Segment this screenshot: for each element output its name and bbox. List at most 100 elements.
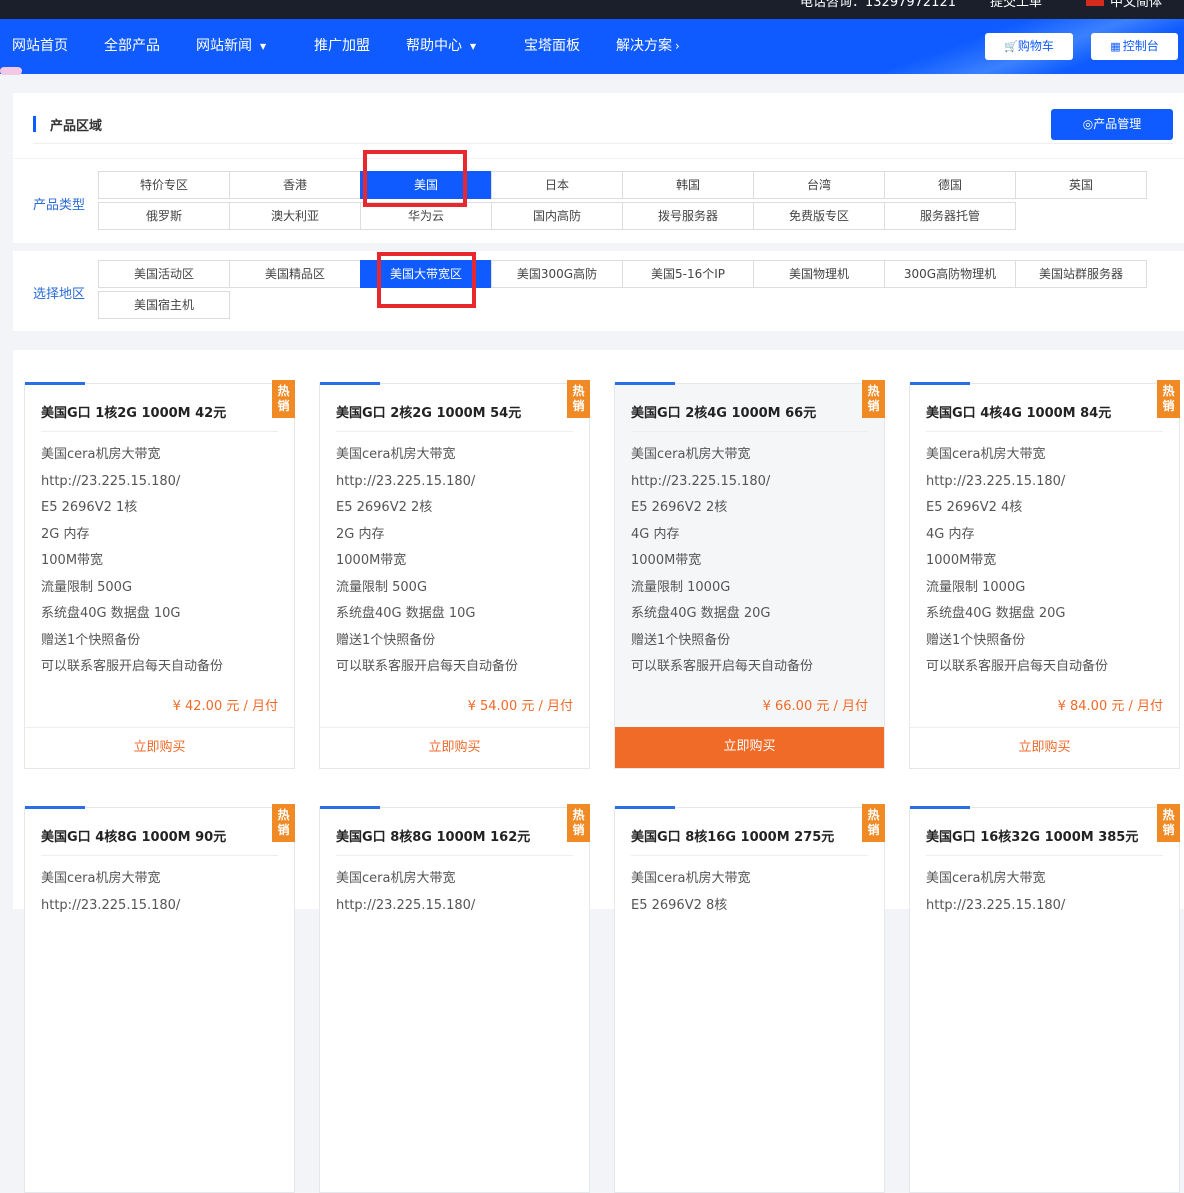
floating-tab[interactable]: [0, 67, 22, 75]
filter-option[interactable]: 美国物理机: [753, 260, 885, 288]
region-label: 选择地区: [33, 287, 86, 302]
main-nav: 网站首页 全部产品 网站新闻 ▼ 推广加盟 帮助中心 ▼ 宝塔面板 解决方案 › 🛒购…: [0, 19, 1184, 74]
product-title[interactable]: 美国G口 16核32G 1000M 385元: [926, 826, 1138, 845]
filter-option[interactable]: 韩国: [622, 171, 754, 199]
filter-option[interactable]: 美国活动区: [98, 260, 230, 288]
chevron-right-icon: ›: [675, 39, 680, 53]
buy-now-button[interactable]: 立即购买: [25, 727, 294, 768]
filter-option[interactable]: 美国宿主机: [98, 291, 230, 319]
product-type-label: 产品类型: [33, 198, 86, 213]
filter-option[interactable]: 300G高防物理机: [884, 260, 1016, 288]
region-filter: 选择地区 美国活动区 美国精品区 美国大带宽区 美国300G高防 美国5-16个IP 美国…: [13, 251, 1184, 331]
globe-icon: ◎: [1082, 117, 1094, 131]
console-button[interactable]: ▦ 控制台: [1091, 33, 1178, 60]
product-region-panel: 产品区域 ◎产品管理: [13, 93, 1184, 158]
nav-news[interactable]: 网站新闻 ▼: [196, 35, 266, 55]
card-accent-bar: [320, 806, 380, 809]
nav-home[interactable]: 网站首页: [12, 35, 68, 55]
feature-item: 4G 内存: [926, 526, 975, 542]
feature-item: 美国cera机房大带宽: [336, 871, 456, 886]
filter-option[interactable]: 服务器托管: [884, 202, 1016, 230]
filter-option[interactable]: 特价专区: [98, 171, 230, 199]
filter-option[interactable]: 俄罗斯: [98, 202, 230, 230]
nav-bt-panel[interactable]: 宝塔面板: [524, 35, 580, 55]
filter-option[interactable]: 美国300G高防: [491, 260, 623, 288]
filter-option[interactable]: 香港: [229, 171, 361, 199]
feature-item: http://23.225.15.180/: [41, 897, 181, 913]
buy-now-button[interactable]: 立即购买: [615, 727, 884, 768]
filter-option[interactable]: 拨号服务器: [622, 202, 754, 230]
feature-item: 1000M带宽: [631, 553, 702, 568]
title-accent-bar: [33, 116, 36, 132]
nav-solutions[interactable]: 解决方案 ›: [616, 35, 680, 55]
product-title[interactable]: 美国G口 1核2G 1000M 42元: [41, 402, 226, 421]
cart-button[interactable]: 🛒购物车: [985, 33, 1073, 60]
feature-item: 系统盘40G 数据盘 20G: [926, 606, 1066, 621]
filter-option[interactable]: 英国: [1015, 171, 1147, 199]
product-manage-button[interactable]: ◎产品管理: [1051, 109, 1173, 140]
divider: [631, 855, 868, 856]
filter-option[interactable]: 国内高防: [491, 202, 623, 230]
feature-item: E5 2696V2 8核: [631, 897, 728, 913]
product-card: 热销美国G口 2核4G 1000M 66元美国cera机房大带宽 http://2…: [614, 380, 885, 769]
feature-item: 2G 内存: [336, 526, 385, 542]
feature-item: 可以联系客服开启每天自动备份: [926, 659, 1109, 674]
hot-badge: 热销: [862, 804, 885, 842]
feature-item: 流量限制 1000G: [926, 579, 1026, 595]
filter-option[interactable]: 日本: [491, 171, 623, 199]
hot-badge: 热销: [272, 804, 295, 842]
feature-item: E5 2696V2 1核: [41, 500, 138, 515]
language-switch[interactable]: 中文简体: [1110, 0, 1162, 10]
product-title[interactable]: 美国G口 4核4G 1000M 84元: [926, 402, 1111, 421]
hot-badge: 热销: [862, 380, 885, 418]
buy-now-button[interactable]: 立即购买: [320, 727, 589, 768]
product-card: 热销 美国G口 16核32G 1000M 385元 美国cera机房大带宽 http:…: [909, 804, 1180, 1193]
divider: [33, 143, 1173, 144]
feature-item: 赠送1个快照备份: [926, 632, 1026, 648]
filter-option[interactable]: 美国5-16个IP: [622, 260, 754, 288]
highlight-box-type: [363, 150, 467, 207]
product-card: 热销美国G口 1核2G 1000M 42元美国cera机房大带宽 http://2…: [24, 380, 295, 769]
filter-option[interactable]: 澳大利亚: [229, 202, 361, 230]
card-accent-bar: [25, 806, 85, 809]
filter-option[interactable]: 美国精品区: [229, 260, 361, 288]
product-title[interactable]: 美国G口 8核8G 1000M 162元: [336, 826, 530, 845]
product-type-filter: 产品类型 特价专区 香港 美国 日本 韩国 台湾 德国 英国 俄罗斯 澳大利亚 华为云 国内高防 拨号服…: [13, 159, 1184, 243]
divider: [41, 431, 278, 432]
product-title[interactable]: 美国G口 2核4G 1000M 66元: [631, 402, 816, 421]
feature-item: E5 2696V2 2核: [631, 500, 728, 515]
feature-item: http://23.225.15.180/: [336, 897, 476, 913]
feature-item: http://23.225.15.180/: [336, 473, 476, 489]
filter-option[interactable]: 台湾: [753, 171, 885, 199]
divider: [926, 855, 1163, 856]
feature-item: 100M带宽: [41, 553, 104, 568]
feature-item: 可以联系客服开启每天自动备份: [336, 659, 519, 674]
ticket-link[interactable]: 提交工单: [990, 0, 1042, 10]
price-text: ¥ 66.00 元 / 月付: [762, 699, 868, 714]
product-title[interactable]: 美国G口 8核16G 1000M 275元: [631, 826, 834, 845]
nav-help[interactable]: 帮助中心 ▼: [406, 35, 476, 55]
filter-option[interactable]: 美国站群服务器: [1015, 260, 1147, 288]
nav-all-products[interactable]: 全部产品: [104, 35, 160, 55]
buy-now-button[interactable]: 立即购买: [910, 727, 1179, 768]
hot-badge: 热销: [272, 380, 295, 418]
feature-item: http://23.225.15.180/: [926, 897, 1066, 913]
feature-list: 美国cera机房大带宽 http://23.225.15.180/: [41, 870, 180, 923]
product-title[interactable]: 美国G口 4核8G 1000M 90元: [41, 826, 226, 845]
price-text: ¥ 84.00 元 / 月付: [1057, 699, 1163, 714]
feature-item: 赠送1个快照备份: [336, 632, 436, 648]
product-card: 热销 美国G口 4核4G 1000M 84元 美国cera机房大带宽 http://2…: [909, 380, 1180, 769]
feature-item: 美国cera机房大带宽: [631, 447, 751, 462]
hot-badge: 热销: [1157, 804, 1180, 842]
filter-option[interactable]: 德国: [884, 171, 1016, 199]
feature-list: 美国cera机房大带宽 http://23.225.15.180/E5 2696V…: [41, 446, 223, 685]
product-title[interactable]: 美国G口 2核2G 1000M 54元: [336, 402, 521, 421]
filter-option[interactable]: 免费版专区: [753, 202, 885, 230]
feature-list: 美国cera机房大带宽 E5 2696V2 8核: [631, 870, 750, 923]
nav-news-label: 网站新闻: [196, 38, 252, 54]
card-accent-bar: [320, 382, 380, 385]
nav-affiliate[interactable]: 推广加盟: [314, 35, 370, 55]
product-card: 热销美国G口 8核16G 1000M 275元美国cera机房大带宽 E5 269…: [614, 804, 885, 1193]
feature-list: 美国cera机房大带宽 http://23.225.15.180/E5 2696V…: [631, 446, 813, 685]
feature-item: 赠送1个快照备份: [631, 632, 731, 648]
